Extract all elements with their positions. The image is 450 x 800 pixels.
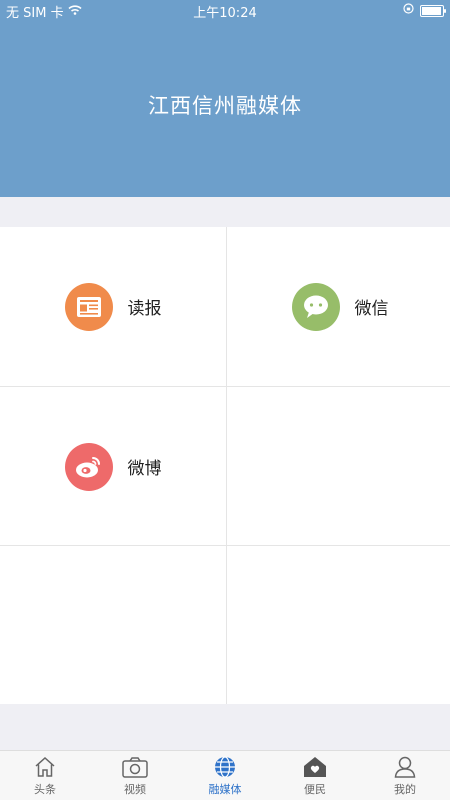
home-icon: [35, 756, 55, 777]
tab-label: 我的: [394, 783, 416, 796]
battery-icon: [420, 4, 446, 17]
wechat-icon: [291, 282, 340, 331]
tab-services[interactable]: 便民: [270, 751, 360, 800]
grid-item-label: 微信: [354, 299, 389, 319]
tab-label: 头条: [34, 783, 56, 796]
weibo-icon: [64, 442, 113, 491]
tab-label: 视频: [124, 783, 146, 796]
globe-icon: [215, 756, 235, 778]
grid-item-newspaper[interactable]: 读报: [0, 227, 226, 386]
grid-item-wechat[interactable]: 微信: [227, 227, 450, 386]
heart-house-icon: [304, 757, 326, 777]
tab-profile[interactable]: 我的: [360, 751, 450, 800]
tab-label: 便民: [304, 783, 326, 796]
media-grid: 读报 微信 微博: [0, 227, 450, 704]
tab-video[interactable]: 视频: [90, 751, 180, 800]
grid-item-label: 读报: [127, 299, 162, 319]
tab-headlines[interactable]: 头条: [0, 751, 90, 800]
user-icon: [394, 756, 416, 778]
tab-media[interactable]: 融媒体: [180, 751, 270, 800]
newspaper-icon: [64, 282, 113, 331]
tab-bar: 头条 视频 融媒体 便民 我的: [0, 750, 450, 800]
tab-label: 融媒体: [208, 783, 242, 796]
grid-item-label: 微博: [127, 459, 162, 479]
camera-icon: [122, 757, 148, 778]
grid-item-weibo[interactable]: 微博: [0, 387, 226, 546]
orientation-lock-icon: [403, 3, 414, 18]
status-bar: 无 SIM 卡 上午10:24: [0, 0, 450, 21]
header-banner: 无 SIM 卡 上午10:24 江西信州融媒体: [0, 0, 450, 197]
status-time: 上午10:24: [193, 6, 257, 21]
page-title: 江西信州融媒体: [148, 94, 302, 118]
